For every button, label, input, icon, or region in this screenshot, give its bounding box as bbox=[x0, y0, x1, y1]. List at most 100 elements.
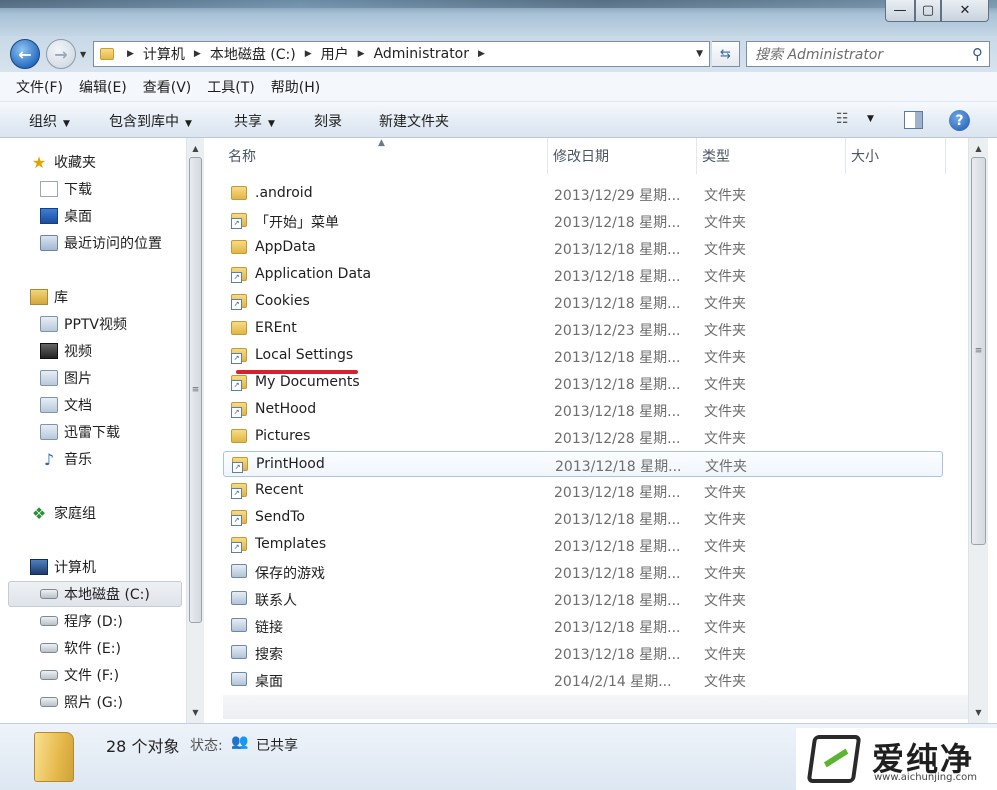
sidebar-item-drive-f[interactable]: 文件 (F:) bbox=[40, 663, 119, 687]
refresh-button[interactable]: ⇆ bbox=[712, 41, 740, 67]
column-header-name[interactable]: 名称 bbox=[223, 138, 548, 174]
sidebar-item-drive-d[interactable]: 程序 (D:) bbox=[40, 609, 123, 633]
menu-view[interactable]: 查看(V) bbox=[135, 77, 200, 97]
search-icon[interactable]: ⚲ bbox=[972, 45, 983, 63]
table-row[interactable]: Recent 2013/12/18 星期... 文件夹 bbox=[223, 478, 943, 504]
sidebar-libraries[interactable]: 库 bbox=[30, 285, 68, 309]
sidebar-item-pictures[interactable]: 图片 bbox=[40, 366, 92, 390]
sidebar-item-label: 照片 (G:) bbox=[64, 695, 123, 711]
help-icon[interactable]: ? bbox=[949, 110, 970, 131]
sidebar-item-downloads[interactable]: 下载 bbox=[40, 177, 92, 201]
folder-icon bbox=[231, 591, 247, 605]
menu-bar: 文件(F) 编辑(E) 查看(V) 工具(T) 帮助(H) bbox=[0, 72, 997, 102]
forward-button[interactable]: → bbox=[46, 39, 76, 69]
table-row[interactable]: NetHood 2013/12/18 星期... 文件夹 bbox=[223, 397, 943, 423]
address-bar[interactable]: ▶ 计算机 ▶ 本地磁盘 (C:) ▶ 用户 ▶ Administrator ▶… bbox=[93, 41, 710, 67]
table-row[interactable]: Application Data 2013/12/18 星期... 文件夹 bbox=[223, 262, 943, 288]
sidebar-item-drive-g[interactable]: 照片 (G:) bbox=[40, 690, 123, 714]
breadcrumb-administrator[interactable]: Administrator bbox=[374, 46, 469, 62]
table-row[interactable]: 保存的游戏 2013/12/18 星期... 文件夹 bbox=[223, 559, 943, 585]
breadcrumb-separator-icon[interactable]: ▶ bbox=[305, 49, 312, 59]
item-count: 28 个对象 bbox=[106, 737, 180, 756]
sidebar-item-desktop[interactable]: 桌面 bbox=[40, 204, 92, 228]
sidebar-item-thunder-downloads[interactable]: 迅雷下载 bbox=[40, 420, 120, 444]
close-button[interactable]: ✕ bbox=[941, 0, 989, 22]
menu-help[interactable]: 帮助(H) bbox=[263, 77, 328, 97]
scroll-down-icon[interactable]: ▼ bbox=[187, 704, 204, 721]
sidebar-item-drive-c[interactable]: 本地磁盘 (C:) bbox=[8, 581, 182, 607]
minimize-button[interactable]: — bbox=[885, 0, 915, 22]
burn-button[interactable]: 刻录 bbox=[314, 111, 342, 131]
sidebar-favorites[interactable]: ★ 收藏夹 bbox=[30, 150, 96, 174]
column-header-modified[interactable]: 修改日期 bbox=[548, 138, 697, 174]
table-row[interactable]: Local Settings 2013/12/18 星期... 文件夹 bbox=[223, 343, 943, 369]
folder-shortcut-icon bbox=[231, 402, 247, 418]
table-row[interactable]: SendTo 2013/12/18 星期... 文件夹 bbox=[223, 505, 943, 531]
breadcrumb-computer[interactable]: 计算机 bbox=[143, 44, 185, 64]
menu-tools[interactable]: 工具(T) bbox=[199, 77, 262, 97]
table-row[interactable]: AppData 2013/12/18 星期... 文件夹 bbox=[223, 235, 943, 261]
back-button[interactable]: ← bbox=[10, 39, 40, 69]
sidebar-item-documents[interactable]: 文档 bbox=[40, 393, 92, 417]
file-name: 联系人 bbox=[255, 593, 297, 609]
table-row[interactable]: EREnt 2013/12/23 星期... 文件夹 bbox=[223, 316, 943, 342]
breadcrumb-local-disk[interactable]: 本地磁盘 (C:) bbox=[210, 44, 296, 64]
sidebar-item-music[interactable]: ♪ 音乐 bbox=[40, 447, 92, 471]
content-scrollbar[interactable]: ▲ ≡ ▼ bbox=[968, 138, 988, 723]
breadcrumb-users[interactable]: 用户 bbox=[321, 44, 349, 64]
table-row[interactable]: 「开始」菜单 2013/12/18 星期... 文件夹 bbox=[223, 208, 943, 234]
breadcrumb-separator-icon[interactable]: ▶ bbox=[478, 49, 485, 59]
menu-file[interactable]: 文件(F) bbox=[8, 77, 71, 97]
file-type: 文件夹 bbox=[704, 485, 746, 501]
table-row[interactable]: 搜索 2013/12/18 星期... 文件夹 bbox=[223, 640, 943, 666]
folder-icon bbox=[231, 672, 247, 686]
table-row[interactable]: Cookies 2013/12/18 星期... 文件夹 bbox=[223, 289, 943, 315]
sidebar-scrollbar[interactable]: ▲ ≡ ▼ bbox=[186, 138, 204, 723]
view-options-icon[interactable]: ☷ bbox=[836, 111, 849, 127]
table-row[interactable]: .android 2013/12/29 星期... 文件夹 bbox=[223, 181, 943, 207]
scroll-up-icon[interactable]: ▲ bbox=[969, 140, 988, 157]
table-row[interactable]: Templates 2013/12/18 星期... 文件夹 bbox=[223, 532, 943, 558]
table-row[interactable]: 链接 2013/12/18 星期... 文件夹 bbox=[223, 613, 943, 639]
sidebar-computer[interactable]: 计算机 bbox=[30, 555, 96, 579]
table-row[interactable]: 桌面 2014/2/14 星期... 文件夹 bbox=[223, 667, 943, 693]
file-modified-date: 2013/12/18 星期... bbox=[554, 647, 681, 663]
folder-shortcut-icon bbox=[231, 267, 247, 283]
sidebar-item-label: 文件 (F:) bbox=[64, 668, 120, 684]
sidebar-item-label: 家庭组 bbox=[54, 506, 96, 522]
column-header-size[interactable]: 大小 bbox=[846, 138, 946, 174]
table-row[interactable]: Pictures 2013/12/28 星期... 文件夹 bbox=[223, 424, 943, 450]
include-library-button[interactable]: 包含到库中 ▼ bbox=[109, 111, 192, 131]
sidebar-homegroup[interactable]: ❖ 家庭组 bbox=[30, 501, 96, 525]
table-row[interactable]: PrintHood 2013/12/18 星期... 文件夹 bbox=[223, 451, 943, 477]
preview-pane-icon[interactable] bbox=[904, 111, 923, 129]
scroll-down-icon[interactable]: ▼ bbox=[969, 704, 988, 721]
history-dropdown-icon[interactable]: ▼ bbox=[80, 50, 86, 59]
breadcrumb-separator-icon[interactable]: ▶ bbox=[358, 49, 365, 59]
new-folder-button[interactable]: 新建文件夹 bbox=[379, 111, 449, 131]
file-modified-date: 2013/12/18 星期... bbox=[554, 566, 681, 582]
organize-button[interactable]: 组织 ▼ bbox=[29, 111, 70, 131]
breadcrumb-separator-icon[interactable]: ▶ bbox=[194, 49, 201, 59]
address-dropdown-icon[interactable]: ▼ bbox=[696, 49, 703, 59]
pane-divider[interactable] bbox=[205, 138, 223, 723]
maximize-button[interactable]: ▢ bbox=[915, 0, 941, 22]
scrollbar-thumb[interactable]: ≡ bbox=[971, 157, 986, 545]
table-row[interactable]: 联系人 2013/12/18 星期... 文件夹 bbox=[223, 586, 943, 612]
sidebar-item-pptv[interactable]: PPTV视频 bbox=[40, 312, 127, 336]
menu-edit[interactable]: 编辑(E) bbox=[71, 77, 135, 97]
view-dropdown-icon[interactable]: ▼ bbox=[867, 114, 874, 124]
breadcrumb-separator-icon[interactable]: ▶ bbox=[127, 49, 134, 59]
sidebar-item-videos[interactable]: 视频 bbox=[40, 339, 92, 363]
watermark: 爱纯净 www.aichunjing.com bbox=[796, 728, 997, 790]
share-button[interactable]: 共享 ▼ bbox=[234, 111, 275, 131]
scroll-up-icon[interactable]: ▲ bbox=[187, 140, 204, 157]
sidebar-item-recent-places[interactable]: 最近访问的位置 bbox=[40, 231, 162, 255]
column-header-type[interactable]: 类型 bbox=[697, 138, 846, 174]
search-input[interactable]: 搜索 Administrator ⚲ bbox=[746, 41, 990, 67]
chevron-down-icon: ▼ bbox=[63, 119, 70, 129]
scrollbar-thumb[interactable]: ≡ bbox=[189, 157, 202, 623]
red-underline-annotation bbox=[236, 370, 358, 374]
sidebar-item-label: 最近访问的位置 bbox=[64, 236, 162, 252]
sidebar-item-drive-e[interactable]: 软件 (E:) bbox=[40, 636, 121, 660]
